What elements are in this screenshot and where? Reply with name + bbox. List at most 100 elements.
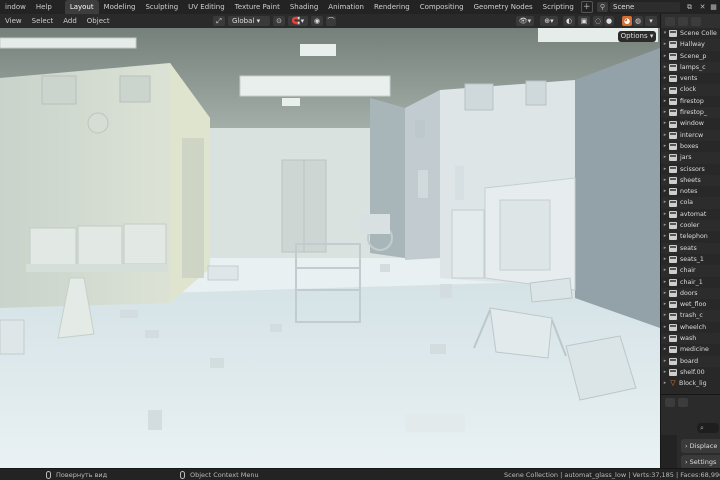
expand-arrow-icon[interactable]: ▸ [661, 62, 669, 73]
solid-shading-icon[interactable]: ● [604, 16, 614, 26]
outliner-item[interactable]: ▸ boxes [661, 141, 720, 152]
expand-arrow-icon[interactable]: ▸ [661, 51, 669, 62]
wireframe-shading-icon[interactable]: ◌ [593, 16, 603, 26]
expand-arrow-icon[interactable]: ▸ [661, 186, 669, 197]
panel-settings[interactable]: › Settings [681, 455, 720, 469]
expand-arrow-icon[interactable]: ▸ [661, 288, 669, 299]
expand-arrow-icon[interactable]: ▸ [661, 265, 669, 276]
outliner-item[interactable]: ▸ cola [661, 197, 720, 209]
tab-rendering[interactable]: Rendering [369, 0, 415, 14]
proportional-edit-icon[interactable]: ◉ [311, 16, 323, 26]
outliner-item[interactable]: ▸ seats [661, 242, 720, 254]
outliner-item[interactable]: ▸ cooler [661, 220, 720, 232]
expand-arrow-icon[interactable]: ▸ [661, 96, 669, 107]
copy-scene-icon[interactable]: ⧉ [684, 2, 695, 12]
expand-arrow-icon[interactable]: ▸ [661, 107, 669, 118]
expand-arrow-icon[interactable]: ▸ [661, 231, 669, 242]
tab-layout[interactable]: Layout [64, 0, 99, 14]
gizmo-icon[interactable]: ⊕▾ [540, 16, 558, 26]
menu-add[interactable]: Add [58, 14, 82, 28]
outliner-item[interactable]: ▸ vents [661, 73, 720, 84]
expand-arrow-icon[interactable]: ▸ [661, 299, 669, 310]
outliner-item[interactable]: ▸ trash_c [661, 310, 720, 322]
outliner-item[interactable]: ▸ lamps_c [661, 61, 720, 74]
outliner-item-block-light[interactable]: ▸ ▽ Block_lig [661, 378, 720, 389]
expand-arrow-icon[interactable]: ▸ [661, 344, 669, 355]
outliner-item[interactable]: ▸ chair_1 [661, 277, 720, 288]
expand-arrow-icon[interactable]: ▸ [661, 254, 669, 265]
expand-arrow-icon[interactable]: ▸ [661, 141, 669, 152]
outliner-item[interactable]: ▸ medicine [661, 344, 720, 355]
expand-arrow-icon[interactable]: ▸ [661, 367, 669, 378]
outliner-item[interactable]: ▸ scissors [661, 164, 720, 175]
expand-arrow-icon[interactable]: ▸ [661, 220, 669, 231]
options-dropdown[interactable]: Options ▾ [618, 31, 656, 42]
transform-pivot-icon[interactable]: ⤢ [213, 16, 225, 26]
properties-search-icon[interactable]: ⌕ [697, 423, 719, 433]
filter-icon[interactable] [691, 16, 701, 26]
collapse-arrow-icon[interactable]: ▾ [661, 28, 669, 39]
outliner-item[interactable]: ▸ jars [661, 152, 720, 164]
snap-icon[interactable]: 🧲▾ [288, 16, 308, 26]
display-mode-icon[interactable] [665, 16, 675, 26]
panel-displace[interactable]: › Displace [681, 439, 720, 453]
outliner-item[interactable]: ▸ shelf.00 [661, 367, 720, 378]
outliner-item[interactable]: ▸ firestop [661, 96, 720, 107]
outliner-item[interactable]: ▸ board [661, 355, 720, 367]
tab-scripting[interactable]: Scripting [538, 0, 579, 14]
outliner-item[interactable]: ▸ intercw [661, 129, 720, 141]
outliner-item[interactable]: ▸ Scene_p [661, 51, 720, 62]
expand-arrow-icon[interactable]: ▸ [661, 130, 669, 141]
orientation-dropdown[interactable]: Global ▾ [228, 16, 270, 26]
expand-arrow-icon[interactable]: ▸ [661, 152, 669, 163]
expand-arrow-icon[interactable]: ▸ [661, 118, 669, 129]
expand-arrow-icon[interactable]: ▸ [661, 164, 669, 175]
outliner-item[interactable]: ▸ telephon [661, 231, 720, 242]
outliner-item[interactable]: ▸ chair [661, 265, 720, 277]
outliner-item[interactable]: ▸ sheets [661, 174, 720, 187]
expand-arrow-icon[interactable]: ▸ [661, 209, 669, 220]
outliner-search-icon[interactable] [678, 16, 688, 26]
outliner-item[interactable]: ▸ clock [661, 84, 720, 96]
expand-arrow-icon[interactable]: ▸ [661, 333, 669, 344]
outliner-item[interactable]: ▸ avtomat [661, 209, 720, 220]
menu-help[interactable]: Help [31, 0, 57, 14]
shading-options-icon[interactable]: ▾ [645, 16, 657, 26]
visibility-icon[interactable]: 👁▾ [516, 16, 534, 26]
menu-object[interactable]: Object [82, 14, 115, 28]
outliner-item[interactable]: ▸ window [661, 118, 720, 129]
tab-modeling[interactable]: Modeling [99, 0, 141, 14]
tab-shading[interactable]: Shading [285, 0, 323, 14]
expand-arrow-icon[interactable]: ▸ [661, 197, 669, 208]
menu-window[interactable]: indow [0, 0, 31, 14]
expand-arrow-icon[interactable]: ▸ [661, 322, 669, 333]
expand-arrow-icon[interactable]: ▸ [661, 277, 669, 288]
pivot-point-icon[interactable]: ⊙ [273, 16, 285, 26]
scene-name-field[interactable]: Scene [610, 2, 680, 12]
tab-geometry-nodes[interactable]: Geometry Nodes [469, 0, 538, 14]
expand-arrow-icon[interactable]: ▸ [661, 356, 669, 367]
outliner-item[interactable]: ▸ doors [661, 287, 720, 300]
expand-arrow-icon[interactable]: ▸ [661, 39, 669, 50]
material-shading-icon[interactable]: ◕ [622, 16, 632, 26]
3d-viewport[interactable] [0, 28, 660, 468]
tab-texture-paint[interactable]: Texture Paint [230, 0, 285, 14]
menu-select[interactable]: Select [27, 14, 59, 28]
tab-uv-editing[interactable]: UV Editing [183, 0, 230, 14]
outliner-item[interactable]: ▸ wash [661, 333, 720, 345]
xray-icon[interactable]: ▣ [578, 16, 590, 26]
pin-icon[interactable] [678, 397, 688, 407]
expand-arrow-icon[interactable]: ▸ [661, 175, 669, 186]
menu-view[interactable]: View [0, 14, 27, 28]
view-layer-icon[interactable]: ▦ [708, 2, 719, 12]
overlays-icon[interactable]: ◐ [563, 16, 575, 26]
expand-arrow-icon[interactable]: ▸ [661, 310, 669, 321]
rendered-shading-icon[interactable]: ◍ [633, 16, 643, 26]
add-workspace-button[interactable]: + [580, 1, 593, 13]
outliner-item[interactable]: ▸ wet_floo [661, 299, 720, 310]
tab-animation[interactable]: Animation [323, 0, 369, 14]
falloff-icon[interactable]: ⌒ [326, 16, 336, 26]
tab-sculpting[interactable]: Sculpting [140, 0, 183, 14]
outliner-item[interactable]: ▸ firestop_ [661, 107, 720, 119]
outliner-root[interactable]: ▾ Scene Colle [661, 28, 720, 39]
